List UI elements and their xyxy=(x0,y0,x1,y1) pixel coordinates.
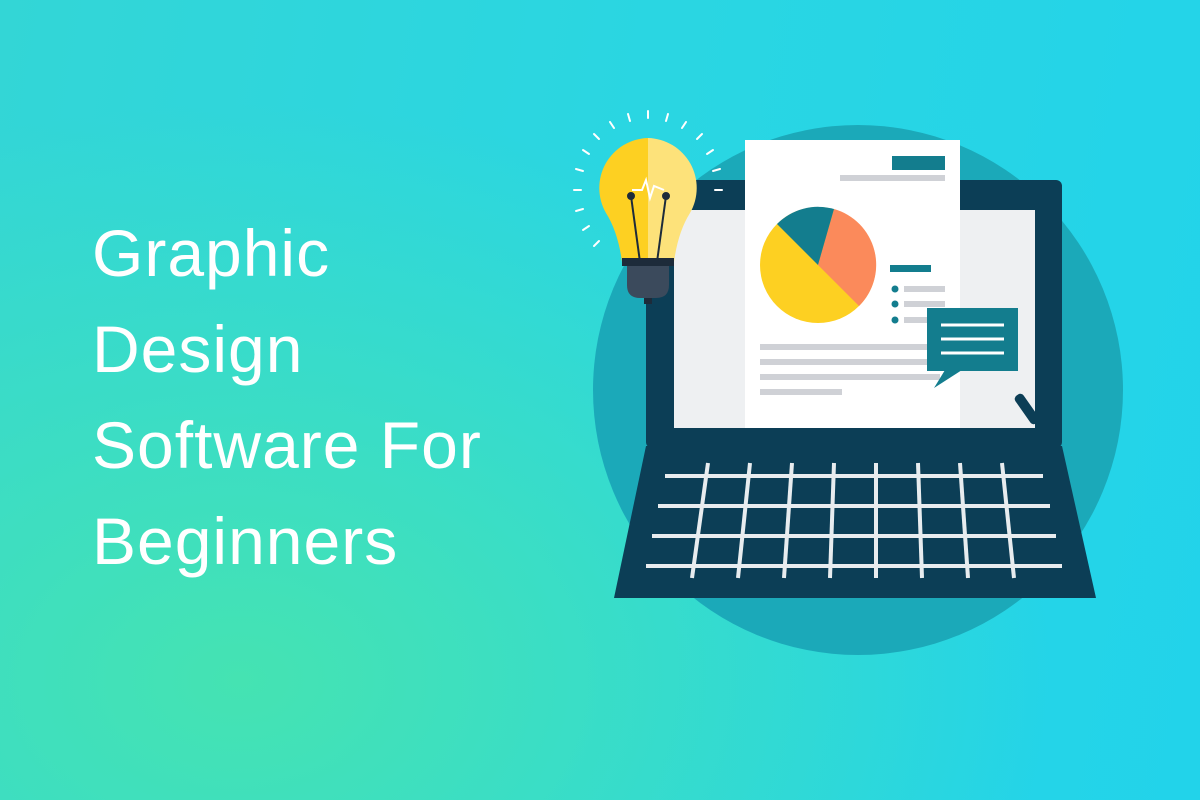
document-line xyxy=(840,175,945,181)
laptop-keyboard-base xyxy=(614,446,1096,598)
pie-chart xyxy=(760,206,877,323)
laptop-illustration xyxy=(573,110,1123,655)
document-heading-bar xyxy=(892,156,945,170)
legend-heading-bar xyxy=(890,265,931,272)
